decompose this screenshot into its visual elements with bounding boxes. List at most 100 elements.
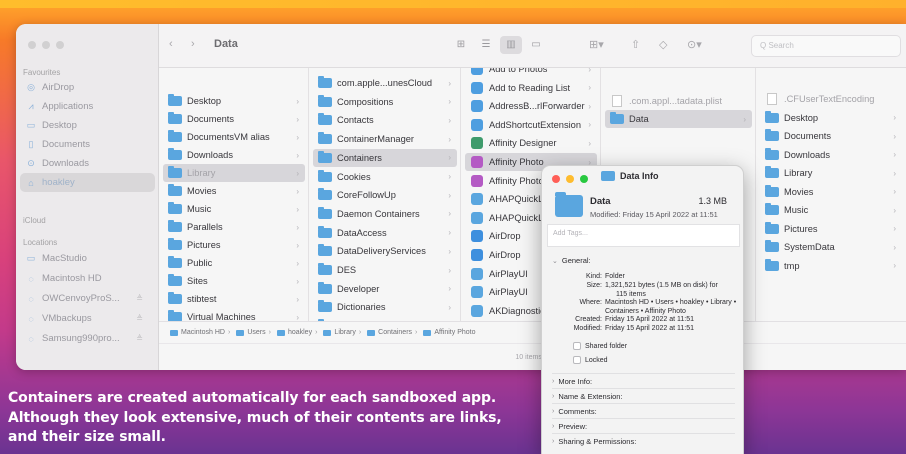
group-icon[interactable]: ⊞▾ [589,38,604,51]
path-item[interactable]: Library [334,329,355,336]
eject-icon[interactable]: ≜ [136,314,143,323]
sidebar-item-desktop[interactable]: ▭ Desktop [20,116,155,135]
sidebar-item-airdrop[interactable]: ◎ AirDrop [20,78,155,97]
list-item[interactable]: com.apple...unesCloud › [313,74,457,92]
list-item[interactable]: Pictures › [760,220,902,238]
list-item[interactable]: DataAccess › [313,224,457,242]
list-item[interactable]: Compositions › [313,93,457,111]
list-item[interactable]: stibtest › [163,290,305,308]
list-item[interactable]: Pictures › [163,236,305,254]
info-section-header[interactable]: › Sharing & Permissions: [552,437,636,446]
sidebar-item-downloads[interactable]: ⊙ Downloads [20,154,155,173]
sidebar-location-item[interactable]: ◌ VMbackups ≜ [20,309,155,328]
folder-icon [318,132,332,145]
forward-button[interactable]: › [191,38,195,50]
list-item[interactable]: Data › [605,110,752,128]
list-item[interactable]: Virtual Machines › [163,308,305,321]
icon-view-icon[interactable]: ⊞ [450,36,472,54]
list-item[interactable]: Contacts › [313,111,457,129]
list-item[interactable]: Music › [163,200,305,218]
list-item[interactable]: DocumentsVM alias › [163,128,305,146]
list-view-icon[interactable]: ☰ [475,36,497,54]
list-item[interactable]: Music › [760,201,902,219]
general-section-header[interactable]: ⌄ General: [552,256,591,265]
list-item[interactable]: Library › [760,164,902,182]
list-item[interactable]: DataDeliveryServices › [313,242,457,260]
path-item[interactable]: Affinity Photo [434,329,475,336]
info-section-header[interactable]: › Comments: [552,407,597,416]
sidebar-item-label: Downloads [42,158,89,169]
back-button[interactable]: ‹ [169,38,173,50]
locked-checkbox[interactable]: Locked [573,356,608,364]
shared-folder-checkbox[interactable]: Shared folder [573,342,627,350]
info-zoom-button[interactable] [580,175,588,183]
column-view-icon[interactable]: ▥ [500,36,522,54]
list-item[interactable]: Parallels › [163,218,305,236]
list-item[interactable]: Downloads › [163,146,305,164]
sidebar-item-documents[interactable]: ▯ Documents [20,135,155,154]
list-item[interactable]: Daemon Containers › [313,205,457,223]
list-item[interactable]: CoreFollowUp › [313,186,457,204]
sidebar-location-item[interactable]: ◌ OWCenvoyProS... ≜ [20,289,155,308]
list-item[interactable]: Documents › [760,127,902,145]
info-section-header[interactable]: › More Info: [552,377,592,386]
list-item[interactable]: .CFUserTextEncoding [760,90,902,108]
gallery-view-icon[interactable]: ▭ [525,36,547,54]
info-section-header[interactable]: › Name & Extension: [552,392,623,401]
chevron-right-icon: › [296,204,299,214]
list-item[interactable]: Add to Photos › [465,68,597,78]
list-item[interactable]: Public › [163,254,305,272]
close-button[interactable] [28,41,36,49]
info-close-button[interactable] [552,175,560,183]
item-label: Contacts [337,115,374,126]
list-item[interactable]: Sites › [163,272,305,290]
list-item[interactable]: tmp › [760,257,902,275]
list-item[interactable]: Affinity Designer › [465,134,597,152]
list-item[interactable]: Desktop › [163,92,305,110]
list-item[interactable]: Documents › [163,110,305,128]
list-item[interactable]: ContainerManager › [313,130,457,148]
chevron-right-icon: › [588,138,591,148]
app-icon [471,286,483,299]
list-item[interactable]: Desktop › [760,109,902,127]
sidebar-item-hoakley[interactable]: ⌂ hoakley [20,173,155,192]
info-minimize-button[interactable] [566,175,574,183]
list-item[interactable]: Add to Reading List › [465,79,597,97]
path-item[interactable]: Macintosh HD [181,329,225,336]
sidebar-location-item[interactable]: ▭ MacStudio [20,249,155,268]
sidebar-item-applications[interactable]: ⩘ Applications [20,97,155,116]
list-item[interactable]: DES › [313,261,457,279]
minimize-button[interactable] [42,41,50,49]
eject-icon[interactable]: ≜ [136,294,143,303]
list-item[interactable]: AddShortcutExtension › [465,116,597,134]
item-label: DataAccess [337,227,387,238]
list-item[interactable]: Downloads › [760,146,902,164]
folder-icon [423,329,432,336]
list-item[interactable]: Cookies › [313,168,457,186]
search-input[interactable]: Q Search [751,35,901,57]
info-section-header[interactable]: › Preview: [552,422,587,431]
list-item[interactable]: Developer › [313,280,457,298]
list-item[interactable]: AddressB...rlForwarder › [465,97,597,115]
more-icon[interactable]: ⊙▾ [687,38,702,51]
path-item[interactable]: Users [247,329,265,336]
list-item[interactable]: Containers › [313,148,457,167]
list-item[interactable]: .com.appl...tadata.plist [605,92,752,110]
path-item[interactable]: Containers [378,329,412,336]
chevron-right-icon: › [893,187,896,196]
sidebar-location-item[interactable]: ◌ Samsung990pro... ≜ [20,329,155,348]
sidebar-location-item[interactable]: ◌ Macintosh HD [20,269,155,288]
list-item[interactable]: Movies › [760,183,902,201]
zoom-button[interactable] [56,41,64,49]
list-item[interactable]: Dictionaries › [313,298,457,316]
tags-field[interactable]: Add Tags... [547,224,740,247]
list-item[interactable]: Movies › [163,182,305,200]
chevron-right-icon: › [448,302,451,312]
share-icon[interactable]: ⇧ [631,38,640,51]
eject-icon[interactable]: ≜ [136,334,143,343]
tag-icon[interactable]: ◇ [659,38,667,51]
list-item[interactable]: SystemData › [760,238,902,256]
item-label: tmp [784,260,800,271]
list-item[interactable]: Library › [163,164,305,182]
path-item[interactable]: hoakley [288,329,312,336]
